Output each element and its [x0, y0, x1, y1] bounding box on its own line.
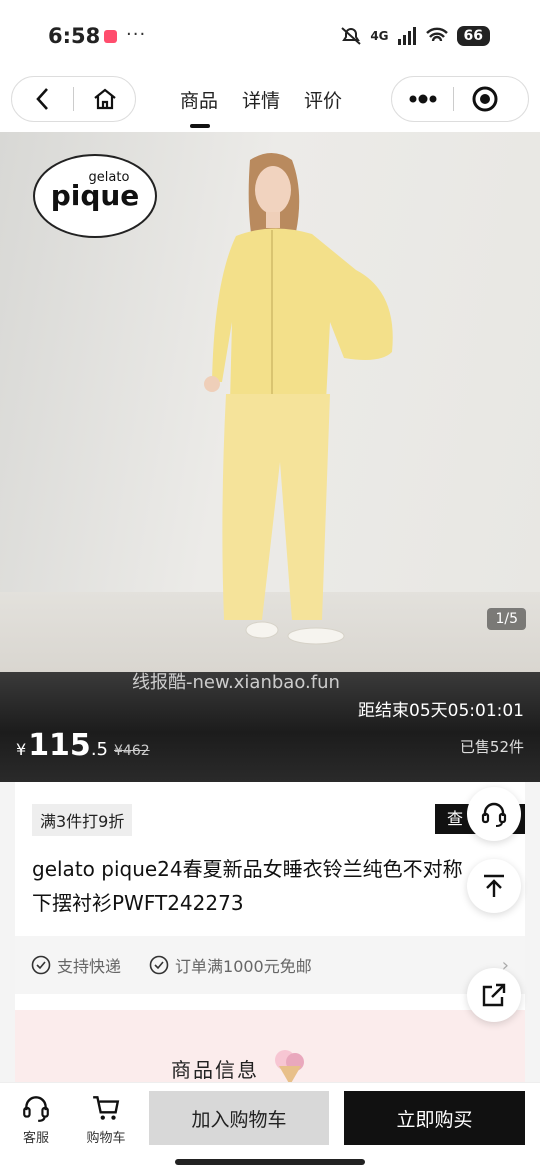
battery-indicator: 66	[456, 26, 490, 46]
product-info-card: 满3件打9折 查 gelato pique24春夏新品女睡衣铃兰纯色不对称下摆衬…	[15, 782, 525, 1090]
product-image-carousel[interactable]: gelato pique 1/5	[0, 132, 540, 672]
back-to-top-button[interactable]	[467, 859, 521, 913]
target-close-icon	[472, 86, 497, 112]
service-label: 订单满1000元免邮	[175, 957, 312, 976]
status-bar: 6:58 ··· 4G 66	[0, 0, 540, 70]
product-info-section: 商品信息	[15, 1010, 525, 1090]
customer-service-button[interactable]: 客服	[6, 1093, 66, 1146]
share-button[interactable]	[467, 968, 521, 1022]
service-label: 支持快递	[57, 957, 122, 976]
product-title: gelato pique24春夏新品女睡衣铃兰纯色不对称下摆衬衫PWFT2422…	[32, 857, 463, 915]
signal-icon	[397, 27, 416, 45]
tab-product[interactable]: 商品	[180, 86, 218, 128]
status-time: 6:58	[48, 24, 101, 48]
arrow-up-icon	[484, 874, 504, 897]
close-miniprogram-button[interactable]	[454, 77, 515, 121]
brand-logo: gelato pique	[33, 154, 157, 238]
customer-service-float-button[interactable]	[467, 787, 521, 841]
section-title: 商品信息	[171, 1058, 259, 1082]
check-circle-icon	[149, 955, 169, 975]
service-item: 支持快递	[31, 953, 121, 977]
home-icon	[93, 88, 116, 110]
network-label: 4G	[370, 29, 389, 43]
add-to-cart-button[interactable]: 加入购物车	[149, 1091, 329, 1145]
service-row[interactable]: 支持快递 订单满1000元免邮 ›	[15, 936, 525, 994]
sold-count: 已售52件	[459, 738, 524, 756]
nav-capsule-right	[391, 76, 529, 122]
customer-service-label: 客服	[22, 1131, 49, 1146]
chevron-left-icon	[35, 88, 48, 110]
bottom-action-bar: 客服 购物车 加入购物车 立即购买	[0, 1082, 540, 1176]
mute-icon	[341, 27, 361, 45]
more-notifications-icon: ···	[126, 24, 147, 45]
price-band: 线报酷-new.xianbao.fun 距结束05天05:01:01 ¥ 115…	[0, 672, 540, 782]
price-display: ¥ 115 .5 ¥462	[16, 728, 150, 763]
share-icon	[482, 983, 506, 1007]
system-icons: 4G 66	[340, 26, 490, 46]
navigation-bar: 商品 详情 评价	[0, 70, 540, 132]
currency-symbol: ¥	[16, 740, 27, 759]
buy-now-button[interactable]: 立即购买	[344, 1091, 525, 1145]
nav-capsule-left	[11, 76, 136, 122]
original-price: ¥462	[114, 743, 150, 759]
app-notification-icon	[104, 30, 117, 43]
back-button[interactable]	[12, 77, 73, 121]
image-counter: 1/5	[487, 608, 526, 630]
home-indicator	[175, 1159, 365, 1165]
promo-badge[interactable]: 满3件打9折	[32, 804, 133, 836]
cart-icon	[93, 1096, 120, 1120]
headset-icon	[481, 802, 507, 827]
price-integer: 115	[28, 728, 91, 763]
check-circle-icon	[31, 955, 51, 975]
watermark-text: 线报酷-new.xianbao.fun	[132, 672, 340, 693]
page-tabs: 商品 详情 评价	[180, 86, 342, 128]
cart-label: 购物车	[86, 1131, 126, 1146]
countdown-timer: 距结束05天05:01:01	[358, 701, 524, 721]
cart-button[interactable]: 购物车	[76, 1093, 136, 1146]
headset-icon	[23, 1096, 49, 1122]
brand-logo-line2: pique	[50, 179, 140, 212]
wifi-icon	[425, 27, 448, 42]
more-dots-icon	[409, 94, 436, 104]
tab-reviews[interactable]: 评价	[304, 86, 342, 113]
menu-button[interactable]	[392, 77, 453, 121]
home-button[interactable]	[74, 77, 135, 121]
price-decimal: .5	[90, 739, 108, 760]
ice-cream-icon	[275, 1050, 304, 1085]
service-item: 订单满1000元免邮	[149, 953, 312, 977]
tab-details[interactable]: 详情	[242, 86, 280, 113]
